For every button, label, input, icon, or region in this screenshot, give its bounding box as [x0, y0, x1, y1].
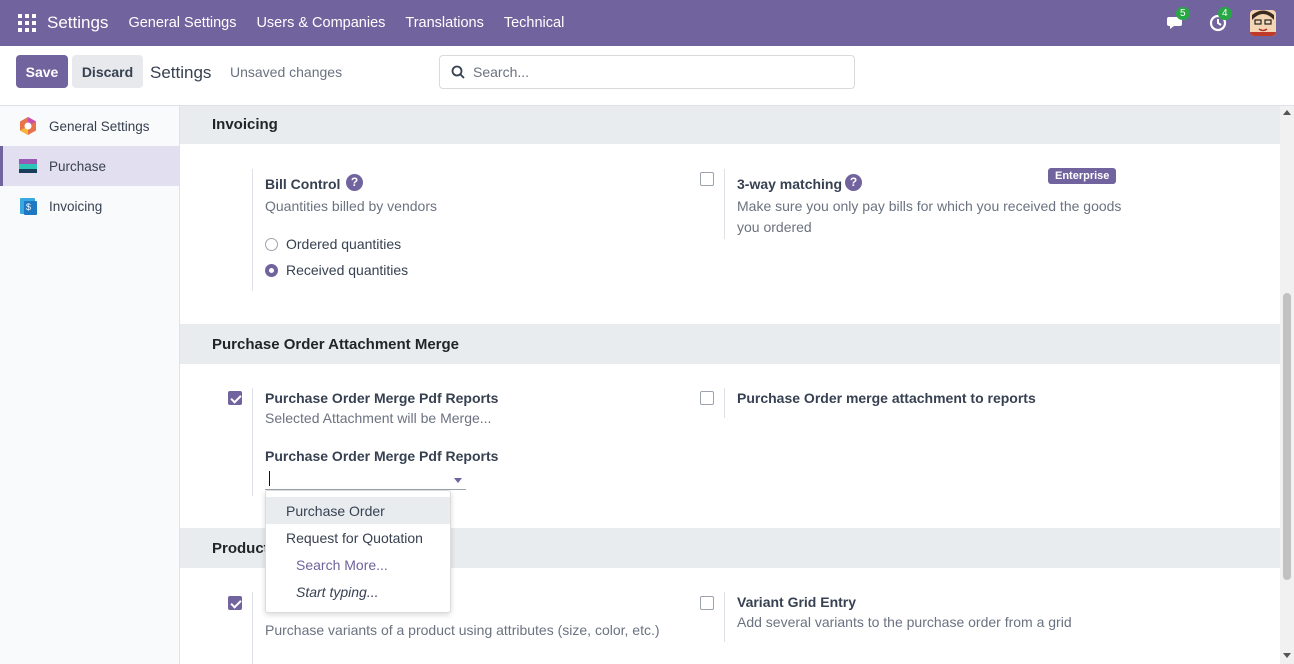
radio-label-received[interactable]: Received quantities — [286, 262, 408, 278]
search-icon — [451, 65, 465, 79]
help-icon[interactable]: ? — [346, 174, 363, 191]
activities-count-badge: 4 — [1218, 7, 1232, 20]
top-navbar: Settings General Settings Users & Compan… — [0, 0, 1294, 46]
merge-attachment-label: Purchase Order merge attachment to repor… — [737, 390, 1036, 406]
svg-text:$: $ — [26, 202, 31, 212]
menu-users-companies[interactable]: Users & Companies — [256, 15, 385, 31]
scroll-down-icon[interactable] — [1283, 653, 1291, 658]
text-cursor — [269, 471, 270, 486]
menu-technical[interactable]: Technical — [504, 15, 564, 31]
merge-pdf-reports-field-label: Purchase Order Merge Pdf Reports — [265, 448, 499, 464]
setting-divider — [252, 169, 253, 291]
menu-translations[interactable]: Translations — [405, 15, 483, 31]
merge-pdf-reports-description: Selected Attachment will be Merge... — [265, 410, 492, 426]
sidebar-item-general-settings[interactable]: General Settings — [0, 106, 179, 146]
setting-divider — [252, 388, 253, 496]
variant-grid-description: Add several variants to the purchase ord… — [737, 614, 1072, 630]
dropdown-start-typing: Start typing... — [296, 583, 379, 600]
sidebar-item-invoicing[interactable]: $ Invoicing — [0, 186, 179, 226]
content-scrollbar[interactable] — [1280, 106, 1294, 664]
sidebar-item-purchase[interactable]: Purchase — [0, 146, 179, 186]
three-way-matching-description: Make sure you only pay bills for which y… — [737, 198, 1122, 235]
save-button[interactable]: Save — [16, 55, 68, 88]
section-header-attachment-merge: Purchase Order Attachment Merge — [180, 324, 1280, 364]
three-way-matching-label: 3-way matching — [737, 176, 843, 192]
radio-received-quantities[interactable] — [265, 264, 278, 277]
sidebar-item-label: General Settings — [49, 118, 150, 134]
settings-search[interactable] — [439, 55, 855, 89]
setting-divider — [724, 169, 725, 239]
radio-label-ordered[interactable]: Ordered quantities — [286, 236, 401, 252]
messages-count-badge: 5 — [1176, 7, 1190, 20]
page-title: Settings — [150, 63, 212, 82]
purchase-app-icon — [19, 159, 37, 173]
merge-pdf-reports-checkbox[interactable] — [228, 391, 242, 405]
autocomplete-dropdown: Purchase Order Request for Quotation Sea… — [265, 490, 451, 613]
merge-pdf-reports-field[interactable] — [265, 468, 466, 490]
app-brand[interactable]: Settings — [47, 13, 108, 33]
settings-sidebar: General Settings Purchase $ Invoicing — [0, 106, 180, 664]
scroll-up-icon[interactable] — [1283, 110, 1291, 115]
variants-checkbox[interactable] — [228, 596, 242, 610]
apps-grid-icon[interactable] — [18, 14, 36, 32]
sidebar-item-label: Purchase — [49, 158, 107, 174]
setting-divider — [252, 592, 253, 664]
menu-general-settings[interactable]: General Settings — [128, 15, 236, 31]
dropdown-search-more[interactable]: Search More... — [266, 551, 450, 578]
variants-description: Purchase variants of a product using att… — [265, 622, 660, 638]
chevron-down-icon[interactable] — [454, 478, 462, 483]
unsaved-status: Unsaved changes — [230, 64, 343, 80]
search-input[interactable] — [473, 64, 833, 80]
setting-divider — [724, 592, 725, 642]
merge-pdf-reports-label: Purchase Order Merge Pdf Reports — [265, 390, 499, 406]
general-settings-icon — [20, 117, 36, 135]
enterprise-badge: Enterprise — [1048, 168, 1117, 184]
invoicing-app-icon: $ — [20, 198, 37, 215]
activities-button[interactable]: 4 — [1208, 7, 1232, 33]
scroll-thumb[interactable] — [1283, 293, 1291, 580]
section-header-invoicing: Invoicing — [180, 106, 1280, 144]
dropdown-option-rfq[interactable]: Request for Quotation — [266, 524, 450, 551]
variant-grid-label: Variant Grid Entry — [737, 594, 857, 610]
control-panel: Save Discard Settings Unsaved changes — [0, 46, 1294, 106]
dropdown-option-purchase-order[interactable]: Purchase Order — [266, 497, 450, 524]
bill-control-description: Quantities billed by vendors — [265, 198, 437, 214]
messages-button[interactable]: 5 — [1166, 7, 1190, 33]
bill-control-label: Bill Control — [265, 176, 341, 192]
discard-button[interactable]: Discard — [72, 55, 143, 88]
merge-attachment-checkbox[interactable] — [700, 391, 714, 405]
user-avatar[interactable] — [1250, 10, 1276, 36]
setting-divider — [724, 388, 725, 418]
radio-ordered-quantities[interactable] — [265, 238, 278, 251]
help-icon[interactable]: ? — [845, 174, 862, 191]
variant-grid-checkbox[interactable] — [700, 596, 714, 610]
sidebar-item-label: Invoicing — [49, 198, 103, 214]
three-way-matching-checkbox[interactable] — [700, 172, 714, 186]
